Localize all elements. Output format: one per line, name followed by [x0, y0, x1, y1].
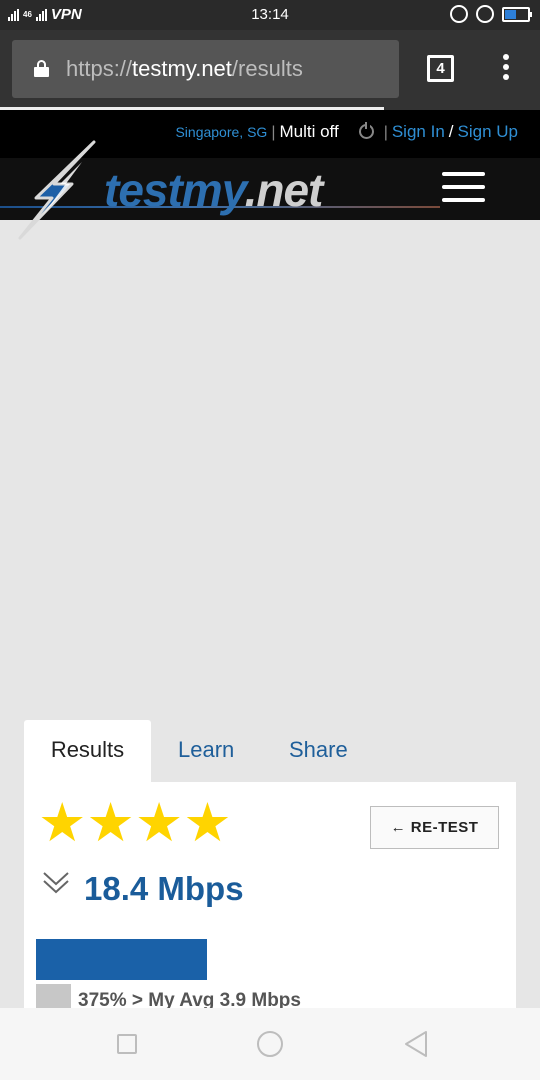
separator: | [271, 124, 276, 141]
battery-icon [502, 6, 532, 22]
sign-in-link[interactable]: Sign In [392, 122, 445, 142]
lightning-bolt-logo-icon[interactable] [12, 140, 112, 240]
retest-button[interactable]: ← RE-TEST [370, 806, 499, 849]
hamburger-menu-icon[interactable] [442, 172, 485, 202]
tab-results[interactable]: Results [24, 720, 151, 782]
tab-learn[interactable]: Learn [178, 720, 234, 782]
results-tabs: Results Learn Share [24, 720, 516, 782]
menu-kebab-icon[interactable] [496, 54, 516, 84]
browser-toolbar: https://testmy.net/results 4 [0, 30, 540, 110]
separator: | [383, 124, 388, 141]
status-right [450, 5, 532, 23]
tab-switcher-button[interactable]: 4 [427, 55, 454, 82]
home-icon[interactable] [257, 1031, 283, 1057]
recents-icon[interactable] [117, 1034, 137, 1054]
url-text[interactable]: https://testmy.net/results [66, 56, 303, 82]
speed-bar [36, 939, 207, 980]
rotation-lock-icon [450, 5, 468, 23]
status-bar: 46 VPN 13:14 [0, 0, 540, 30]
tab-share[interactable]: Share [289, 720, 348, 782]
download-chevron-icon [43, 872, 69, 894]
download-speed: 18.4 Mbps [84, 870, 244, 907]
lock-icon [34, 60, 49, 77]
result-card: ★★★★ ← RE-TEST 18.4 Mbps 375% > My Avg 3… [24, 782, 516, 1012]
site-logo-text[interactable]: testmy.net [104, 163, 323, 217]
multi-thread-toggle[interactable]: Multi off [279, 122, 338, 142]
alarm-icon [476, 5, 494, 23]
url-bar[interactable]: https://testmy.net/results [12, 40, 399, 98]
back-icon[interactable] [403, 1030, 429, 1058]
star-rating-icons: ★★★★ [38, 793, 232, 853]
slash-separator: / [448, 122, 454, 141]
sign-up-link[interactable]: Sign Up [458, 122, 518, 142]
star-rating: ★★★★ [38, 793, 232, 853]
power-icon[interactable] [358, 122, 374, 139]
server-location-link[interactable]: Singapore, SG [175, 124, 267, 140]
android-nav-bar [0, 1008, 540, 1080]
